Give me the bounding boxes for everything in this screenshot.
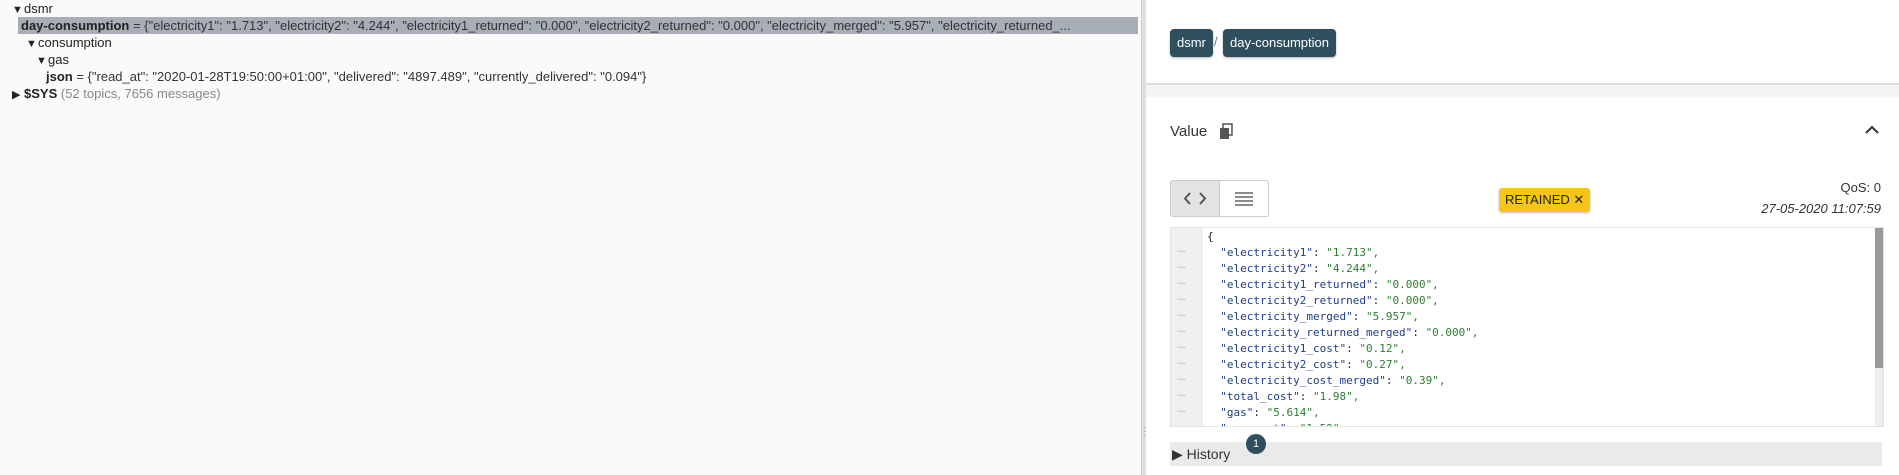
code-line: "electricity_cost_merged": "0.39", <box>1220 374 1446 387</box>
editor-scrollbar[interactable] <box>1875 228 1883 426</box>
json-key: "electricity1" <box>1220 246 1313 259</box>
json-key: "electricity2" <box>1220 262 1313 275</box>
topic-tree: ▼dsmr day-consumption = {"electricity1":… <box>0 0 1141 475</box>
line-marker-icon: ⁓ <box>1177 422 1186 427</box>
close-icon[interactable]: ✕ <box>1573 192 1584 207</box>
json-value: "0.000", <box>1425 326 1479 339</box>
line-marker-icon: ⁓ <box>1177 246 1186 256</box>
json-value: "0.27", <box>1359 358 1406 371</box>
tree-node-day-consumption[interactable]: day-consumption = {"electricity1": "1.71… <box>18 17 1138 34</box>
json-key: "electricity2_cost" <box>1220 358 1347 371</box>
json-code-editor[interactable]: ⁓ ⁓ ⁓ ⁓ ⁓ ⁓ ⁓ ⁓ ⁓ ⁓ ⁓ ⁓ { "electricity1": "1.713", … <box>1170 227 1884 427</box>
code-line: "electricity_merged": "5.957", <box>1220 310 1419 323</box>
value-panel: Value RETAINED ✕ QoS: 0 27-05-2020 11:07… <box>1146 97 1899 475</box>
retained-badge[interactable]: RETAINED ✕ <box>1499 188 1591 212</box>
code-line: "electricity1_cost": "0.12", <box>1220 342 1406 355</box>
json-key: "electricity2_returned" <box>1220 294 1373 307</box>
json-value: "1.59" <box>1300 422 1340 426</box>
tree-node-sys[interactable]: ▶ $SYS (52 topics, 7656 messages) <box>12 85 221 104</box>
line-marker-icon: ⁓ <box>1177 374 1186 384</box>
topic-value: = {"read_at": "2020-01-28T19:50:00+01:00… <box>72 69 647 84</box>
json-value: "0.39", <box>1399 374 1446 387</box>
editor-gutter: ⁓ ⁓ ⁓ ⁓ ⁓ ⁓ ⁓ ⁓ ⁓ ⁓ ⁓ ⁓ <box>1171 228 1203 426</box>
expand-triangle-icon: ▶ <box>1172 446 1183 462</box>
json-value: "0.000", <box>1385 294 1439 307</box>
line-marker-icon: ⁓ <box>1177 262 1186 272</box>
json-key: "total_cost" <box>1220 390 1300 403</box>
message-timestamp: 27-05-2020 11:07:59 <box>1761 201 1881 216</box>
breadcrumb-item-day-consumption[interactable]: day-consumption <box>1223 29 1336 57</box>
view-mode-toggle <box>1170 180 1269 217</box>
chevron-up-icon[interactable] <box>1865 124 1879 134</box>
topic-label: day-consumption <box>21 18 130 33</box>
scrollbar-thumb[interactable] <box>1875 228 1883 368</box>
json-code: { "electricity1": "1.713", "electricity2… <box>1207 229 1479 426</box>
json-key: "electricity_returned_merged" <box>1220 326 1413 339</box>
code-line: "electricity_returned_merged": "0.000", <box>1220 326 1479 339</box>
raw-view-button[interactable] <box>1220 181 1268 216</box>
json-key: "electricity_merged" <box>1220 310 1353 323</box>
code-line: "electricity2_cost": "0.27", <box>1220 358 1406 371</box>
line-marker-icon: ⁓ <box>1177 326 1186 336</box>
code-line: "total_cost": "1.98", <box>1220 390 1360 403</box>
copy-icon[interactable] <box>1219 123 1233 140</box>
topic-label: json <box>46 69 73 84</box>
code-line: "electricity1": "1.713", <box>1220 246 1380 259</box>
json-key: "gas_cost" <box>1220 422 1286 426</box>
line-marker-icon: ⁓ <box>1177 406 1186 416</box>
breadcrumb-item-dsmr[interactable]: dsmr <box>1170 29 1213 57</box>
line-marker-icon: ⁓ <box>1177 310 1186 320</box>
json-value: "1.713", <box>1326 246 1380 259</box>
history-toggle[interactable]: ▶ History <box>1170 442 1882 466</box>
value-title: Value <box>1170 123 1208 140</box>
json-value: "0.000", <box>1385 278 1439 291</box>
list-icon <box>1235 192 1253 206</box>
json-key: "gas" <box>1220 406 1254 419</box>
breadcrumb-separator: / <box>1214 34 1218 49</box>
history-count-badge: 1 <box>1246 434 1266 454</box>
code-line: "gas_cost": "1.59" <box>1207 421 1479 426</box>
json-value: "5.957", <box>1365 310 1419 323</box>
tree-node-json[interactable]: json = {"read_at": "2020-01-28T19:50:00+… <box>46 68 646 85</box>
code-line: "electricity2_returned": "0.000", <box>1220 294 1439 307</box>
breadcrumb: dsmr / day-consumption <box>1146 0 1899 85</box>
line-marker-icon: ⁓ <box>1177 294 1186 304</box>
json-value: "4.244", <box>1326 262 1380 275</box>
json-value: "5.614", <box>1266 406 1320 419</box>
line-marker-icon: ⁓ <box>1177 390 1186 400</box>
code-line: { <box>1207 230 1214 243</box>
details-panel: dsmr / day-consumption Value RETAINED ✕ … <box>1146 0 1899 475</box>
json-key: "electricity_cost_merged" <box>1220 374 1386 387</box>
topic-meta: (52 topics, 7656 messages) <box>60 86 221 101</box>
code-line: "gas": "5.614", <box>1220 406 1320 419</box>
json-value: "0.12", <box>1359 342 1406 355</box>
history-label: History <box>1186 446 1231 462</box>
json-key: "electricity1_cost" <box>1220 342 1347 355</box>
code-line: "electricity2": "4.244", <box>1220 262 1380 275</box>
qos-label: QoS: 0 <box>1840 180 1881 195</box>
json-value: "1.98", <box>1312 390 1360 403</box>
code-line: "electricity1_returned": "0.000", <box>1220 278 1439 291</box>
code-view-button[interactable] <box>1171 181 1220 216</box>
topic-value: = {"electricity1": "1.713", "electricity… <box>129 18 1071 33</box>
line-marker-icon: ⁓ <box>1177 342 1186 352</box>
line-marker-icon: ⁓ <box>1177 358 1186 368</box>
code-icon <box>1183 192 1207 205</box>
collapsed-triangle-icon[interactable]: ▶ <box>12 87 24 104</box>
json-key: "electricity1_returned" <box>1220 278 1373 291</box>
line-marker-icon: ⁓ <box>1177 278 1186 288</box>
